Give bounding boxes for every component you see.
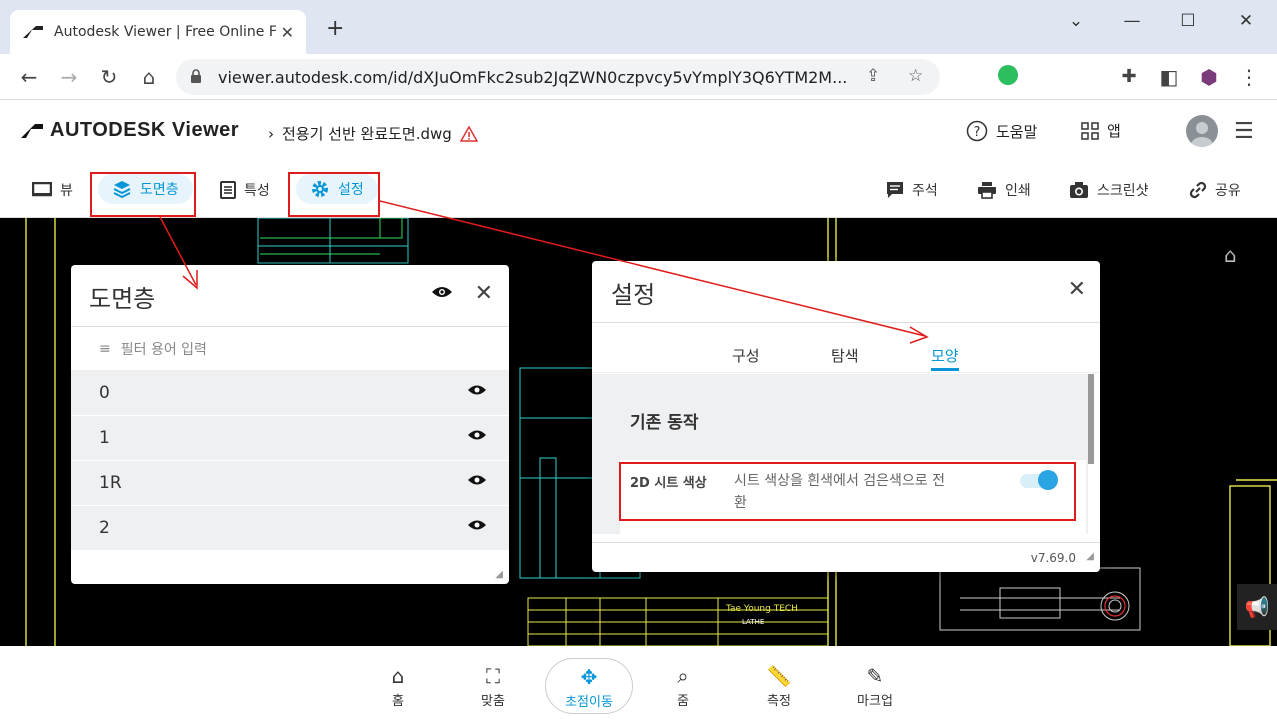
fit-frame-icon: ⛶ bbox=[486, 664, 500, 688]
pan-tool-button[interactable]: ✥ 초점이동 bbox=[545, 658, 633, 714]
fit-tool-button[interactable]: ⛶ 맞춤 bbox=[458, 664, 528, 709]
measure-tool-button[interactable]: 📏 측정 bbox=[744, 664, 814, 709]
annotation-arrows bbox=[159, 200, 929, 344]
home-tool-button[interactable]: ⌂ 홈 bbox=[363, 664, 433, 709]
pan-arrows-icon: ✥ bbox=[580, 665, 598, 689]
pen-icon: ✎ bbox=[866, 664, 884, 688]
zoom-tool-button[interactable]: ⌕ 줌 bbox=[648, 664, 718, 709]
home-icon: ⌂ bbox=[391, 664, 405, 688]
bottom-toolbar: ⌂ 홈 ⛶ 맞춤 ✥ 초점이동 ⌕ 줌 📏 측정 ✎ 마크업 bbox=[0, 646, 1277, 720]
ruler-icon: 📏 bbox=[766, 664, 792, 688]
magnifier-icon: ⌕ bbox=[677, 664, 689, 688]
markup-tool-button[interactable]: ✎ 마크업 bbox=[840, 664, 910, 709]
